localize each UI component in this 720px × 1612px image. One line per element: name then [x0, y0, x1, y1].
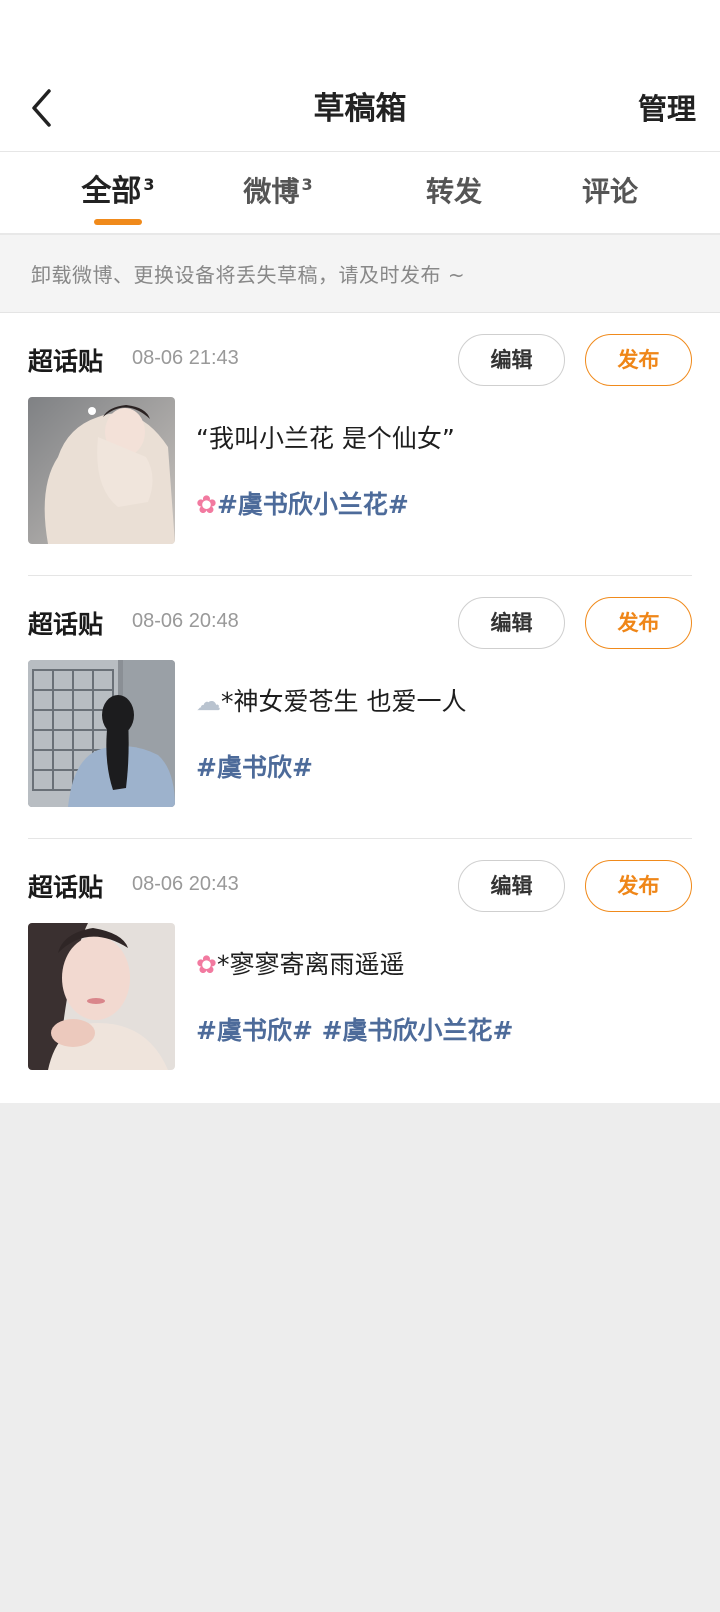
cloud-icon: ☁: [196, 687, 221, 716]
tab-all[interactable]: 全部 3: [43, 152, 193, 233]
draft-type: 超话贴: [28, 873, 104, 902]
draft-text-content: *寥寥寄离雨遥遥: [216, 950, 405, 979]
manage-button[interactable]: 管理: [638, 70, 696, 148]
draft-item[interactable]: 超话贴 08-06 21:43 编辑 发布 “我叫小兰花 是个仙女” ✿#虞书欣…: [28, 313, 692, 576]
tab-weibo-count: 3: [301, 175, 313, 194]
draft-thumbnail[interactable]: [28, 397, 175, 544]
draft-topic: #虞书欣#: [196, 748, 313, 784]
draft-text: “我叫小兰花 是个仙女”: [196, 419, 455, 455]
draft-time: 08-06 20:43: [132, 873, 239, 895]
edit-button[interactable]: 编辑: [458, 334, 565, 386]
draft-time: 08-06 21:43: [132, 347, 239, 369]
draft-item[interactable]: 超话贴 08-06 20:43 编辑 发布 ✿*寥寥寄离雨遥遥 #虞书欣# #虞…: [28, 839, 692, 1103]
draft-text-content: *神女爱苍生 也爱一人: [221, 687, 467, 716]
page-title: 草稿箱: [313, 91, 407, 127]
draft-text-content: “我叫小兰花 是个仙女”: [196, 424, 455, 453]
draft-text: ☁*神女爱苍生 也爱一人: [196, 682, 466, 718]
draft-type: 超话贴: [28, 347, 104, 376]
tab-all-count: 3: [143, 175, 155, 194]
chevron-left-icon: [32, 89, 51, 127]
draft-topic: ✿#虞书欣小兰花#: [196, 485, 409, 521]
edit-button[interactable]: 编辑: [458, 597, 565, 649]
cherry-blossom-icon: ✿: [196, 490, 217, 519]
draft-item[interactable]: 超话贴 08-06 20:48 编辑 发布 ☁*神女爱苍生 也爱一人 #虞书欣#: [28, 576, 692, 839]
active-tab-indicator: [94, 219, 142, 225]
topic-tag[interactable]: #虞书欣# #虞书欣小兰花#: [196, 1016, 514, 1045]
publish-button[interactable]: 发布: [585, 860, 692, 912]
draft-thumbnail[interactable]: [28, 923, 175, 1070]
tab-comment-label: 评论: [581, 175, 638, 208]
draft-topic: #虞书欣# #虞书欣小兰花#: [196, 1011, 514, 1047]
draft-text: ✿*寥寥寄离雨遥遥: [196, 945, 404, 981]
top-nav-bar: 草稿箱 管理: [0, 70, 720, 152]
draft-list: 超话贴 08-06 21:43 编辑 发布 “我叫小兰花 是个仙女” ✿#虞书欣…: [0, 313, 720, 1103]
tab-repost[interactable]: 转发: [379, 152, 529, 233]
tab-all-label: 全部: [81, 174, 142, 209]
tab-repost-label: 转发: [425, 175, 482, 208]
topic-tag[interactable]: #虞书欣#: [196, 753, 313, 782]
status-bar: [0, 0, 720, 70]
draft-thumbnail[interactable]: [28, 660, 175, 807]
tab-weibo-label: 微博: [243, 175, 300, 208]
publish-button[interactable]: 发布: [585, 334, 692, 386]
draft-loss-notice: 卸载微博、更换设备将丢失草稿，请及时发布 ~: [0, 235, 720, 313]
draft-time: 08-06 20:48: [132, 610, 239, 632]
back-button[interactable]: [22, 84, 62, 132]
tab-bar: 全部 3 微博 3 转发 评论: [0, 152, 720, 235]
edit-button[interactable]: 编辑: [458, 860, 565, 912]
draft-type: 超话贴: [28, 610, 104, 639]
tab-comment[interactable]: 评论: [535, 152, 685, 233]
topic-tag[interactable]: #虞书欣小兰花#: [217, 490, 409, 519]
tab-weibo[interactable]: 微博 3: [203, 152, 353, 233]
cherry-blossom-icon: ✿: [196, 950, 217, 979]
publish-button[interactable]: 发布: [585, 597, 692, 649]
